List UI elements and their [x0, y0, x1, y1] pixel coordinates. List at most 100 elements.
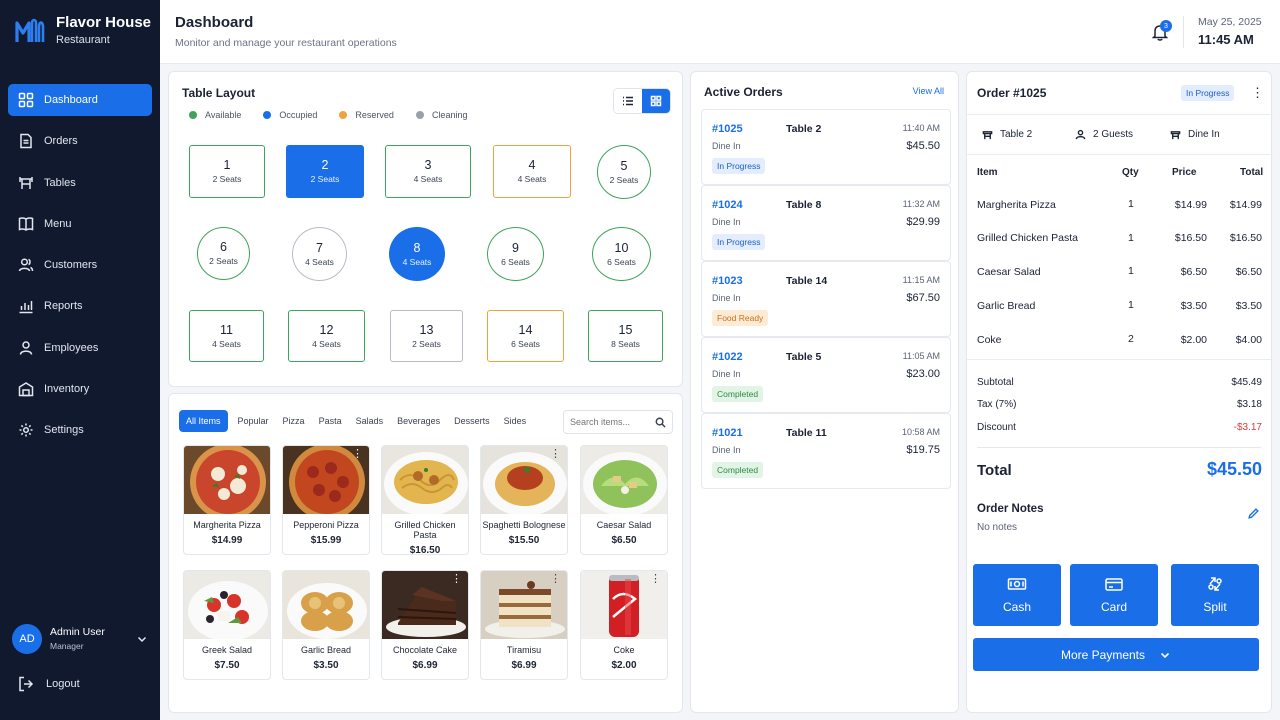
more-options-icon[interactable]: ⋮: [1251, 85, 1264, 101]
order-card[interactable]: #1021 Table 11 10:58 AM Dine In $19.75 C…: [701, 413, 951, 489]
menu-item[interactable]: ⋮ Chocolate Cake $6.99: [381, 570, 469, 680]
nav-reports[interactable]: Reports: [8, 290, 152, 322]
status-badge: In Progress: [1181, 85, 1235, 101]
page-title: Dashboard: [175, 14, 254, 31]
table-8[interactable]: 84 Seats: [389, 227, 445, 281]
top-header: Dashboard Monitor and manage your restau…: [160, 0, 1280, 64]
table-number: 14: [518, 322, 533, 337]
table-number: 12: [319, 322, 334, 337]
more-options-icon[interactable]: ⋮: [451, 574, 462, 585]
item-price: $16.50: [409, 545, 441, 555]
menu-item[interactable]: Garlic Bread $3.50: [282, 570, 370, 680]
orders-icon: [20, 134, 32, 149]
menu-item[interactable]: ⋮ Tiramisu $6.99: [480, 570, 568, 680]
category-tab[interactable]: Beverages: [390, 410, 447, 432]
table-4[interactable]: 4 4 Seats: [493, 145, 571, 198]
table-10[interactable]: 10 6 Seats: [592, 227, 651, 281]
list-view-button[interactable]: [614, 89, 642, 113]
more-options-icon[interactable]: ⋮: [650, 574, 661, 585]
nav-tables[interactable]: Tables: [8, 167, 152, 199]
card-button[interactable]: Card: [1070, 564, 1158, 626]
edit-icon[interactable]: [1247, 507, 1260, 520]
brand-logo-icon: [15, 18, 45, 42]
brand-name: Flavor House: [56, 14, 152, 31]
nav-employees[interactable]: Employees: [8, 332, 152, 364]
order-time: 11:15 AM: [902, 275, 940, 285]
order-card[interactable]: #1025 Table 2 11:40 AM Dine In $45.50 In…: [701, 109, 951, 185]
table-5[interactable]: 52 Seats: [597, 145, 651, 199]
table-seats: 4 Seats: [402, 256, 432, 267]
menu-item[interactable]: Grilled Chicken Pasta $16.50: [381, 445, 469, 555]
table-3[interactable]: 3 4 Seats: [385, 145, 471, 198]
menu-item[interactable]: ⋮ Spaghetti Bolognese $15.50: [480, 445, 568, 555]
table-seats: 2 Seats: [209, 256, 238, 266]
logout-icon: [19, 676, 34, 692]
table-14[interactable]: 14 6 Seats: [487, 310, 564, 362]
grid-view-button[interactable]: [642, 89, 670, 113]
more-options-icon[interactable]: ⋮: [550, 449, 561, 460]
table-number: 10: [614, 240, 629, 255]
table-1[interactable]: 1 2 Seats: [189, 145, 265, 198]
more-options-icon[interactable]: ⋮: [550, 574, 561, 585]
order-amount: $67.50: [906, 292, 940, 304]
more-options-icon[interactable]: ⋮: [352, 449, 363, 460]
order-card[interactable]: #1024 Table 8 11:32 AM Dine In $29.99 In…: [701, 185, 951, 261]
nav-settings[interactable]: Settings: [8, 414, 152, 446]
legend-cleaning: Cleaning: [415, 110, 467, 120]
more-payments-button[interactable]: More Payments: [973, 638, 1259, 671]
nav-orders[interactable]: Orders: [8, 125, 152, 157]
nav-menu[interactable]: Menu: [8, 208, 152, 240]
meta-table-value: Table 2: [1000, 129, 1033, 140]
menu-item[interactable]: Margherita Pizza $14.99: [183, 445, 271, 555]
search-icon[interactable]: [655, 417, 666, 428]
menu-item[interactable]: ⋮ Coke $2.00: [580, 570, 668, 680]
table-2[interactable]: 2 2 Seats: [286, 145, 364, 198]
chevron-down-icon[interactable]: [136, 633, 148, 645]
order-type: Dine In: [712, 141, 741, 151]
discount-label: Discount: [977, 422, 1016, 433]
cash-button[interactable]: Cash: [973, 564, 1061, 626]
category-tab[interactable]: All Items: [179, 410, 228, 432]
category-tab[interactable]: Desserts: [447, 410, 497, 432]
status-badge: Completed: [712, 386, 764, 402]
table-7[interactable]: 74 Seats: [292, 227, 347, 281]
category-tab[interactable]: Salads: [349, 410, 391, 432]
table-11[interactable]: 11 4 Seats: [189, 310, 264, 362]
line-qty: 1: [1128, 299, 1134, 311]
table-6[interactable]: 6 2 Seats: [197, 227, 250, 280]
category-tab[interactable]: Popular: [231, 410, 276, 432]
current-date: May 25, 2025: [1198, 16, 1262, 28]
table-number: 5: [620, 158, 628, 173]
item-name: Greek Salad: [201, 645, 253, 655]
table-13[interactable]: 13 2 Seats: [390, 310, 463, 362]
credit-card-icon: [1105, 578, 1123, 591]
menu-item[interactable]: Caesar Salad $6.50: [580, 445, 668, 555]
nav-customers[interactable]: Customers: [8, 249, 152, 281]
order-card[interactable]: #1023 Table 14 11:15 AM Dine In $67.50 F…: [701, 261, 951, 337]
tables-icon: [19, 176, 33, 189]
status-badge: In Progress: [712, 234, 766, 250]
order-card[interactable]: #1022 Table 5 11:05 AM Dine In $23.00 Co…: [701, 337, 951, 413]
nav-inventory[interactable]: Inventory: [8, 373, 152, 405]
table-12[interactable]: 12 4 Seats: [288, 310, 365, 362]
table-icon: [982, 131, 993, 140]
logout-button[interactable]: Logout: [18, 676, 80, 692]
menu-item[interactable]: Greek Salad $7.50: [183, 570, 271, 680]
view-all-link[interactable]: View All: [913, 86, 944, 96]
order-id: #1024: [712, 199, 743, 211]
line-price: $3.50: [1180, 300, 1207, 312]
dashboard-icon: [18, 92, 34, 108]
inventory-icon: [18, 382, 34, 397]
category-tab[interactable]: Pizza: [276, 410, 312, 432]
search-input[interactable]: [570, 417, 652, 427]
table-15[interactable]: 15 8 Seats: [588, 310, 663, 362]
user-profile[interactable]: AD Admin User Manager: [12, 624, 148, 654]
category-tab[interactable]: Pasta: [312, 410, 349, 432]
table-9[interactable]: 96 Seats: [487, 227, 544, 281]
menu-item[interactable]: ⋮ Pepperoni Pizza $15.99: [282, 445, 370, 555]
split-icon: [1208, 577, 1222, 591]
split-button[interactable]: Split: [1171, 564, 1259, 626]
order-time: 11:32 AM: [902, 199, 940, 209]
category-tab[interactable]: Sides: [497, 410, 534, 432]
nav-dashboard[interactable]: Dashboard: [8, 84, 152, 116]
